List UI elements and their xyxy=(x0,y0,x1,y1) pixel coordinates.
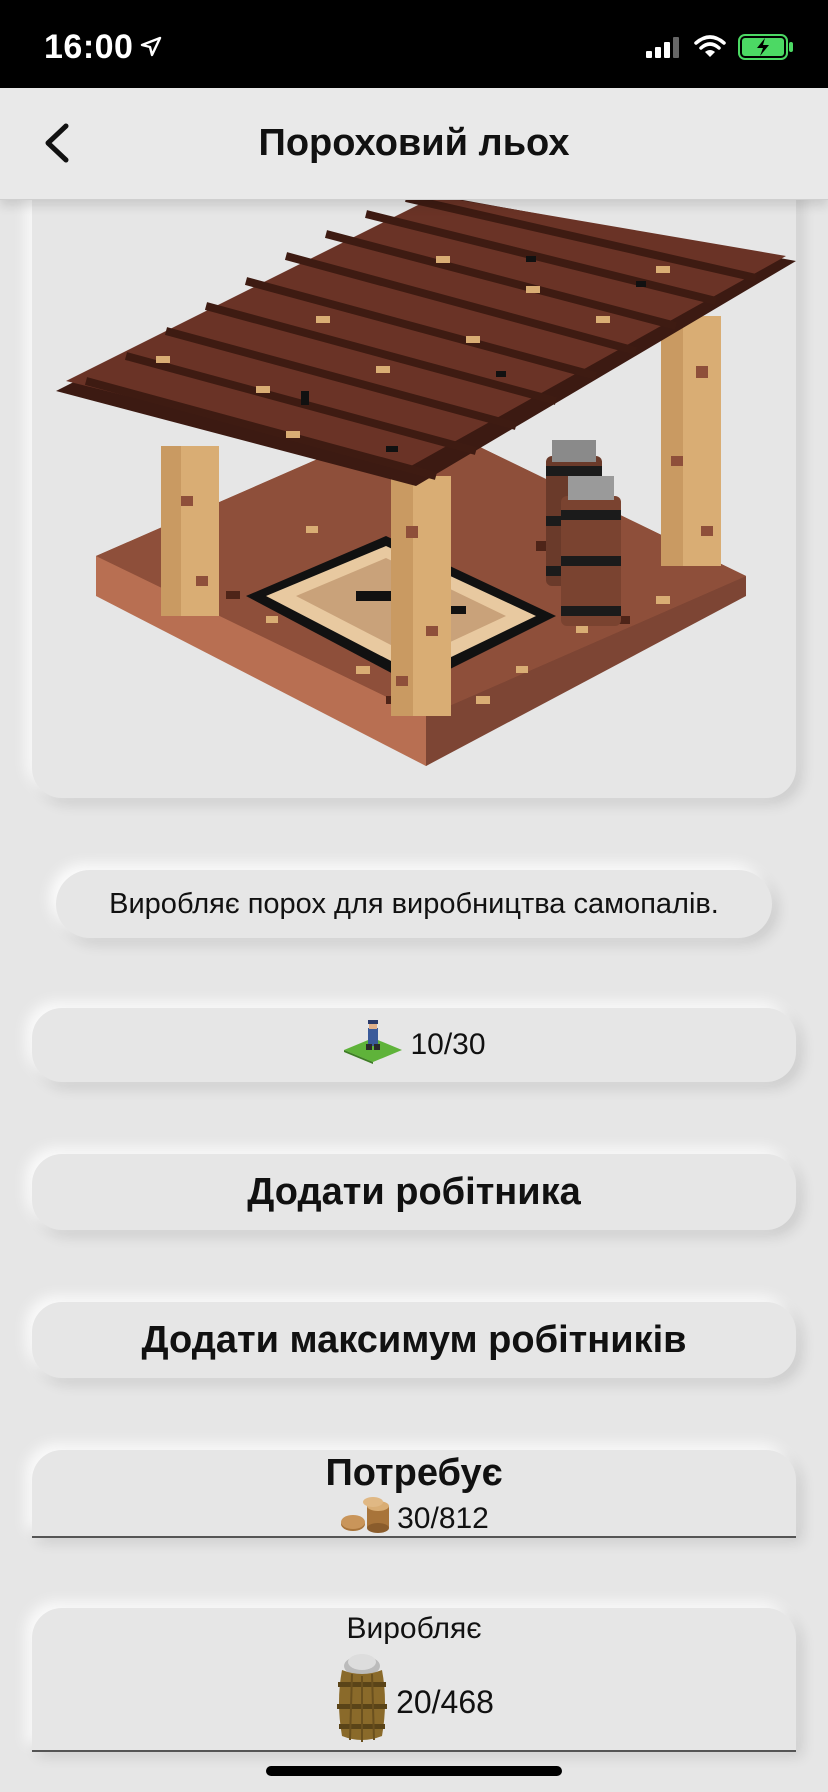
battery-charging-icon xyxy=(738,34,794,65)
status-icons xyxy=(646,34,794,65)
location-arrow-icon xyxy=(140,36,162,63)
requires-divider xyxy=(32,1536,796,1538)
add-worker-button[interactable]: Додати робітника xyxy=(32,1154,796,1230)
powder-barrel-icon xyxy=(334,1652,390,1752)
requires-title: Потребує xyxy=(325,1452,503,1494)
requires-value: 30/812 xyxy=(397,1502,489,1535)
produces-value: 20/468 xyxy=(396,1683,494,1720)
navigation-bar: Пороховий льох xyxy=(0,88,828,200)
workers-count-card: 10/30 xyxy=(32,1008,796,1082)
building-image-card xyxy=(32,150,796,798)
home-indicator[interactable] xyxy=(266,1766,562,1776)
requires-card: Потребує 30/812 xyxy=(32,1450,796,1536)
add-max-workers-button[interactable]: Додати максимум робітників xyxy=(32,1302,796,1378)
status-bar: 16:00 xyxy=(0,0,828,88)
produces-row: 20/468 xyxy=(32,1652,796,1752)
signal-icon xyxy=(646,36,682,63)
building-description: Виробляє порох для виробництва самопалів… xyxy=(56,870,772,938)
workers-count: 10/30 xyxy=(410,1028,486,1061)
worker-tile-icon xyxy=(342,1018,404,1072)
produces-divider xyxy=(32,1750,796,1752)
page-title: Пороховий льох xyxy=(258,122,570,164)
produces-title: Виробляє xyxy=(346,1612,482,1645)
produces-card: Виробляє 20/468 xyxy=(32,1608,796,1750)
powder-cellar-image xyxy=(56,196,796,766)
wifi-icon xyxy=(694,35,726,64)
status-time: 16:00 xyxy=(44,28,134,66)
